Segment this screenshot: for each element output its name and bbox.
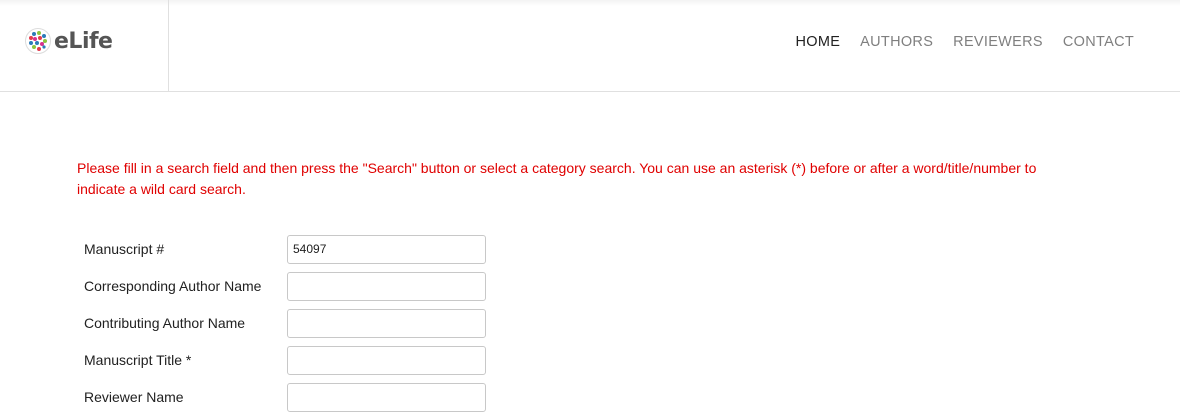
manuscript-title-label: Manuscript Title * [84,352,192,368]
nav-home[interactable]: HOME [795,34,840,50]
logo-cell: eLife [0,0,169,91]
corresponding-author-input[interactable] [287,271,486,301]
nav-authors[interactable]: AUTHORS [860,34,933,50]
reviewer-name-input[interactable] [287,382,486,412]
reviewer-name-label: Reviewer Name [84,389,184,405]
site-header: eLife HOME AUTHORS REVIEWERS CONTACT [0,0,1180,92]
brand-name: eLife [54,28,113,54]
manuscript-number-input[interactable] [287,234,486,264]
manuscript-number-label: Manuscript # [84,241,165,257]
nav-reviewers[interactable]: REVIEWERS [953,34,1043,50]
nav-contact[interactable]: CONTACT [1063,34,1134,50]
contributing-author-label: Contributing Author Name [84,315,246,331]
reviewer-name-row: Reviewer Name [84,382,486,412]
contributing-author-input[interactable] [287,308,486,338]
search-instructions: Please fill in a search field and then p… [77,160,1037,197]
contributing-author-row: Contributing Author Name [84,308,486,338]
elife-logo[interactable]: eLife [25,26,113,56]
manuscript-title-row: Manuscript Title * [84,345,486,375]
elife-logo-icon [25,28,51,54]
manuscript-number-row: Manuscript # [84,234,486,264]
corresponding-author-row: Corresponding Author Name [84,271,486,301]
main-nav: HOME AUTHORS REVIEWERS CONTACT [795,32,1134,52]
manuscript-title-input[interactable] [287,345,486,375]
corresponding-author-label: Corresponding Author Name [84,278,262,294]
